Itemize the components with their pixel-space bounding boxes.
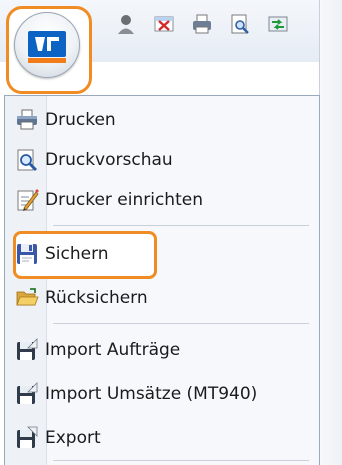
- user-icon[interactable]: [114, 12, 138, 36]
- folder-open-icon: [15, 286, 39, 310]
- app-menu-button[interactable]: [14, 12, 80, 78]
- menu-item-ruecksichern[interactable]: Rücksichern: [13, 282, 313, 314]
- printer-icon[interactable]: [190, 12, 214, 36]
- transfer-icon[interactable]: [266, 12, 290, 36]
- menu-item-import-auftraege[interactable]: Import Aufträge: [13, 334, 313, 366]
- menu-item-label: Druckvorschau: [45, 150, 173, 170]
- menu-item-druckvorschau[interactable]: Druckvorschau: [13, 144, 313, 176]
- import-icon: [15, 382, 39, 406]
- import-icon: [15, 338, 39, 362]
- print-preview-icon[interactable]: [228, 12, 252, 36]
- quick-access-toolbar: [114, 12, 290, 36]
- menu-item-sichern[interactable]: Sichern: [13, 238, 313, 270]
- menu-separator: [53, 460, 309, 461]
- menu-separator: [53, 323, 309, 324]
- menu-item-import-umsaetze[interactable]: Import Umsätze (MT940): [13, 378, 313, 410]
- menu-item-label: Drucker einrichten: [45, 190, 203, 210]
- menu-item-export[interactable]: Export: [13, 422, 313, 454]
- menu-separator: [53, 225, 309, 226]
- menu-item-label: Sichern: [45, 244, 109, 264]
- volksbank-logo-icon: [28, 31, 66, 63]
- menu-item-label: Rücksichern: [45, 288, 148, 308]
- menu-item-label: Drucken: [45, 110, 116, 130]
- delete-icon[interactable]: [152, 12, 176, 36]
- printer-icon: [15, 108, 39, 132]
- print-preview-icon: [15, 148, 39, 172]
- floppy-disk-icon: [15, 242, 39, 266]
- printer-setup-icon: [15, 188, 39, 212]
- app-menu-dropdown: Drucken Druckvorschau Drucker einrichten: [4, 95, 320, 465]
- window-edge: [319, 0, 342, 465]
- menu-item-label: Import Umsätze (MT940): [45, 384, 258, 404]
- menu-item-label: Import Aufträge: [45, 340, 181, 360]
- menu-item-drucken[interactable]: Drucken: [13, 104, 313, 136]
- menu-item-label: Export: [45, 428, 101, 448]
- menu-item-drucker-einrichten[interactable]: Drucker einrichten: [13, 184, 313, 216]
- export-icon: [15, 426, 39, 450]
